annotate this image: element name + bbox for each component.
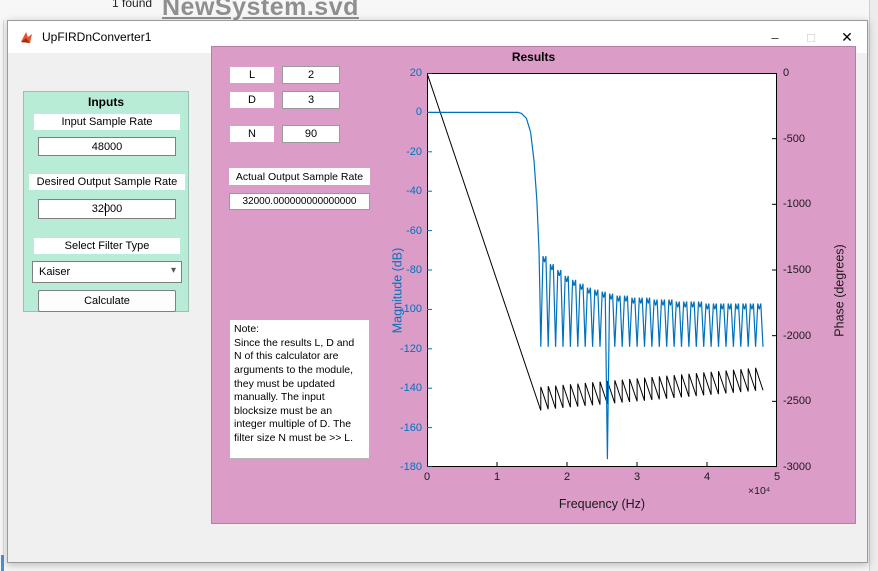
inputs-panel: Inputs Input Sample Rate 48000 Desired O…: [23, 91, 189, 312]
inputs-panel-title: Inputs: [24, 95, 188, 109]
actual-output-rate-field[interactable]: 32000.000000000000000: [229, 193, 370, 210]
text-cursor: [105, 203, 106, 216]
y-axis-right-tick-label: -1000: [783, 197, 825, 211]
y-axis-left-tick-label: 20: [380, 66, 422, 80]
plot-area: [428, 74, 777, 467]
calculate-button[interactable]: Calculate: [38, 290, 176, 312]
y-axis-left-tick-label: -20: [380, 145, 422, 159]
y-axis-right-tick-label: -2500: [783, 394, 825, 408]
y-axis-left-tick-label: -40: [380, 184, 422, 198]
y-axis-right-tick-label: -500: [783, 132, 825, 146]
background-right-panel: [869, 0, 878, 571]
input-sample-rate-label: Input Sample Rate: [34, 114, 180, 130]
x-axis-tick-label: 5: [762, 470, 792, 484]
n-taps-label: N: [230, 126, 274, 142]
y-axis-left-tick-label: -140: [380, 381, 422, 395]
app-window: UpFIRDnConverter1 – □ ✕ Inputs Input Sam…: [7, 20, 868, 563]
filter-type-selected-value: Kaiser: [39, 266, 70, 278]
d-factor-field[interactable]: 3: [282, 91, 340, 109]
x-axis-tick-label: 2: [552, 470, 582, 484]
frequency-axis-label: Frequency (Hz): [427, 497, 777, 511]
l-factor-field[interactable]: 2: [282, 66, 340, 84]
output-sample-rate-label: Desired Output Sample Rate: [29, 174, 185, 190]
chevron-down-icon: ▾: [171, 265, 176, 276]
y-axis-right-tick-label: 0: [783, 66, 825, 80]
y-axis-left-tick-label: -160: [380, 421, 422, 435]
x-axis-exponent-label: ×10⁴: [748, 485, 798, 497]
x-axis-tick-label: 3: [622, 470, 652, 484]
window-title: UpFIRDnConverter1: [42, 30, 151, 44]
filter-type-dropdown[interactable]: Kaiser ▾: [32, 261, 182, 283]
output-sample-rate-value: 32000: [92, 203, 123, 215]
y-axis-left-tick-label: -80: [380, 263, 422, 277]
y-axis-left-tick-label: 0: [380, 105, 422, 119]
phase-axis-label: Phase (degrees): [833, 191, 848, 391]
output-sample-rate-field[interactable]: 32000: [38, 199, 176, 219]
app-icon: [19, 30, 34, 45]
desktop: 1 found NewSystem.svd UpFIRDnConverter1 …: [0, 0, 878, 571]
note-text: Note: Since the results L, D and N of th…: [229, 319, 370, 459]
x-axis-tick-label: 4: [692, 470, 722, 484]
y-axis-left-tick-label: -100: [380, 302, 422, 316]
y-axis-right-tick-label: -1500: [783, 263, 825, 277]
results-panel: Results L 2 D 3 N 90 Actual Output Sampl…: [211, 46, 856, 524]
background-search-result-text: 1 found: [112, 0, 152, 10]
background-scrollbar-thumb: [1, 555, 4, 571]
n-taps-field[interactable]: 90: [282, 125, 340, 143]
actual-output-rate-label: Actual Output Sample Rate: [229, 168, 370, 185]
y-axis-right-tick-label: -2000: [783, 329, 825, 343]
l-factor-label: L: [230, 67, 274, 83]
d-factor-label: D: [230, 92, 274, 108]
x-axis-tick-label: 1: [482, 470, 512, 484]
y-axis-left-tick-label: -120: [380, 342, 422, 356]
results-panel-title: Results: [212, 50, 855, 64]
background-document-title: NewSystem.svd: [162, 0, 359, 22]
input-sample-rate-field[interactable]: 48000: [38, 137, 176, 156]
y-axis-left-tick-label: -60: [380, 224, 422, 238]
background-scrollbar: [3, 20, 4, 571]
magnitude-axis-label: Magnitude (dB): [391, 191, 406, 391]
x-axis-tick-label: 0: [412, 470, 442, 484]
results-plot: [427, 73, 777, 467]
filter-type-label: Select Filter Type: [34, 238, 180, 254]
